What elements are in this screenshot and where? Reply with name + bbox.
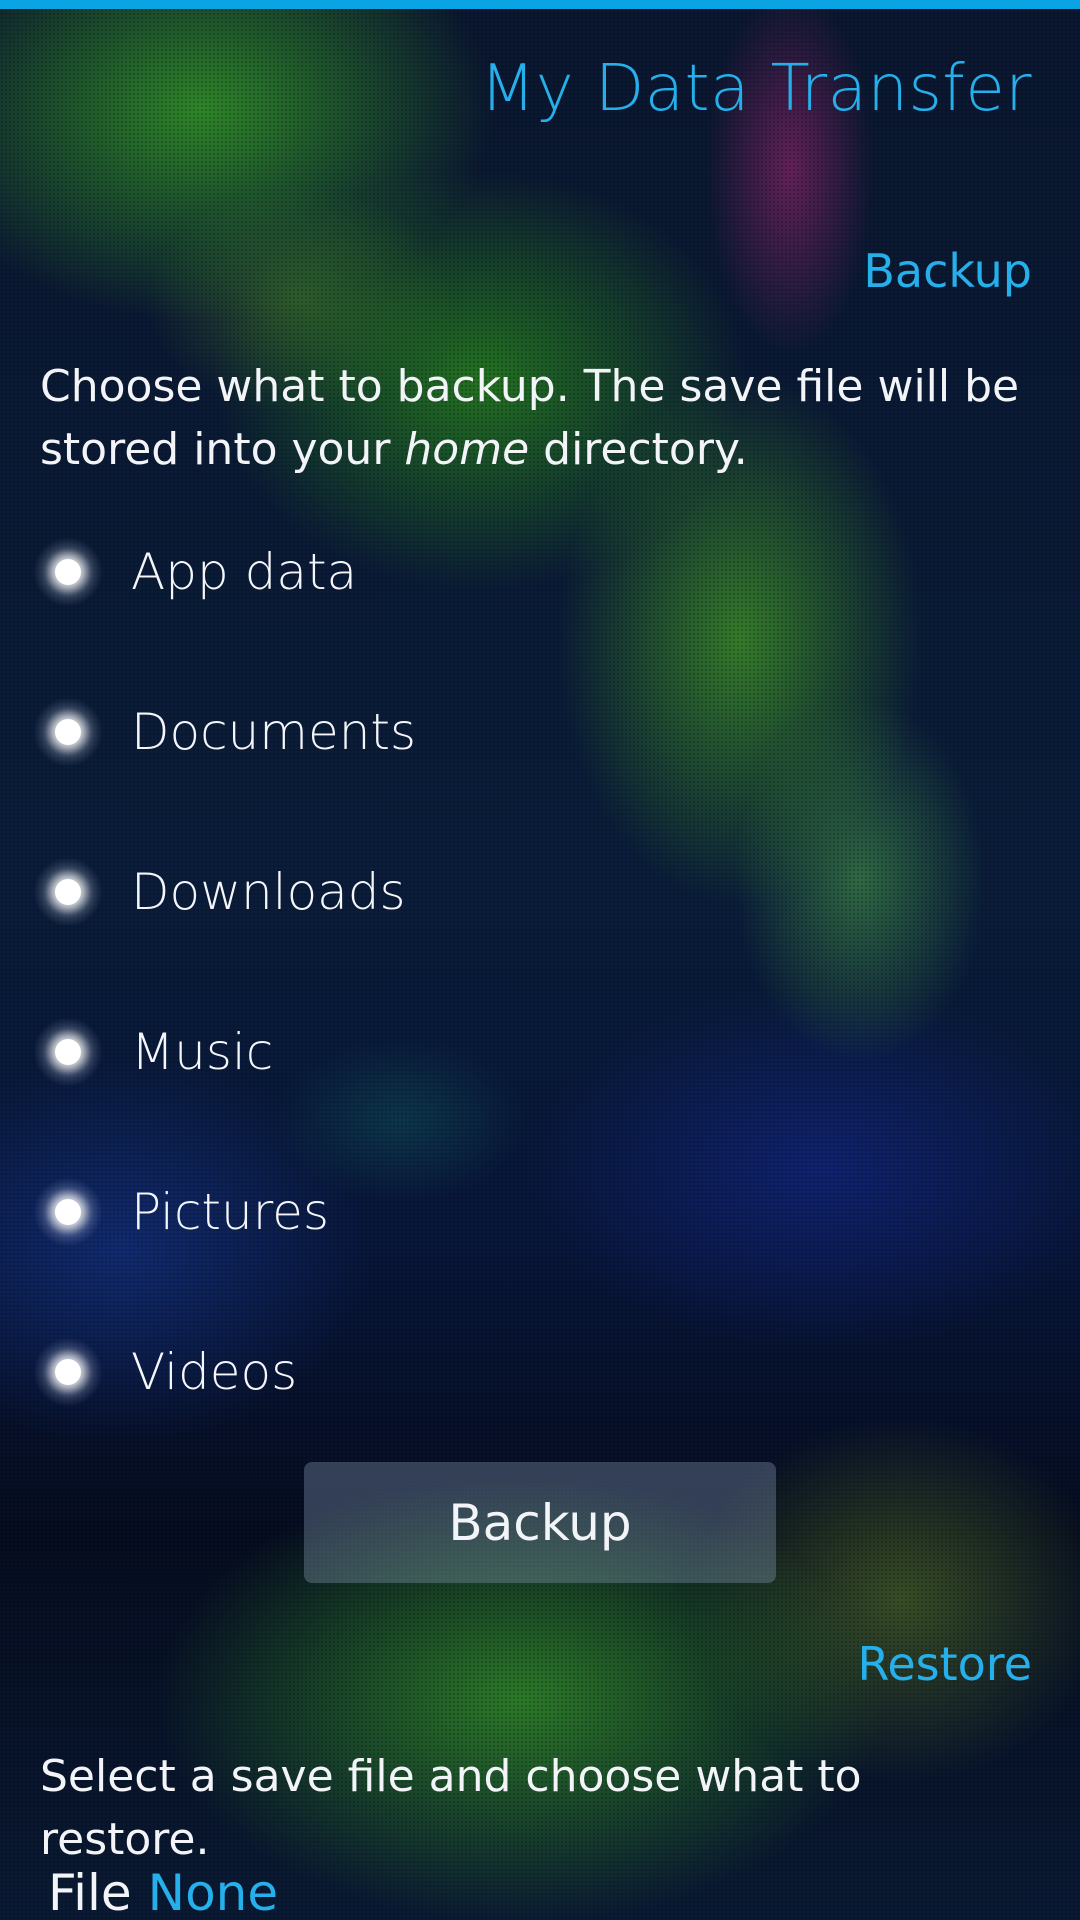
option-label: Music [131,1023,274,1081]
checked-indicator-icon [20,524,116,620]
option-app-data[interactable]: App data [20,512,620,632]
restore-description: Select a save file and choose what to re… [40,1751,862,1865]
checked-indicator-icon [20,1164,116,1260]
backup-description: Choose what to backup. The save file wil… [40,355,1032,481]
option-videos[interactable]: Videos [20,1312,620,1432]
checked-indicator-icon [20,1324,116,1420]
option-label: Pictures [131,1183,329,1241]
restore-section-header: Restore [857,1637,1032,1691]
checked-indicator-icon [20,844,116,940]
file-label: File [48,1864,132,1920]
backup-description-text-after: directory. [529,424,748,475]
checked-indicator-icon [20,1004,116,1100]
backup-section-header: Backup [863,244,1032,298]
checked-indicator-icon [20,684,116,780]
option-documents[interactable]: Documents [20,672,620,792]
file-value: None [147,1864,279,1920]
option-pictures[interactable]: Pictures [20,1152,620,1272]
file-selector[interactable]: File None [48,1864,278,1920]
option-music[interactable]: Music [20,992,620,1112]
option-downloads[interactable]: Downloads [20,832,620,952]
option-label: Videos [131,1343,298,1401]
option-label: Documents [131,703,417,761]
page: My Data Transfer Backup Choose what to b… [0,0,1080,1920]
option-label: App data [131,543,358,601]
page-title: My Data Transfer [480,52,1032,126]
backup-button[interactable]: Backup [304,1462,776,1583]
option-label: Downloads [131,863,406,921]
backup-description-emphasis: home [404,424,530,475]
